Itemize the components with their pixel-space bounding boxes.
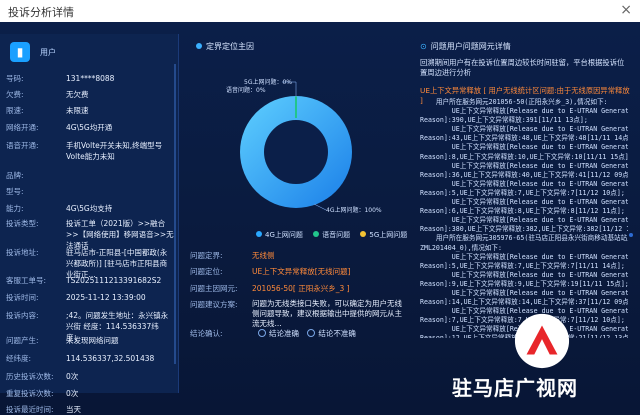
conclusion-row: 结论确认: 结论准确 结论不准确	[190, 328, 404, 340]
info-value: 当天	[66, 405, 81, 414]
label-voice: 语音问题：0%	[226, 86, 266, 94]
log-line: 用户所在服务网元305976-65(驻马店正阳县永兴街商移动基站站点	[420, 234, 628, 243]
legend-4g: 4G上网问题	[265, 231, 303, 239]
radio-inaccurate[interactable]	[307, 329, 316, 337]
window-title: 投诉分析详情	[8, 6, 74, 19]
log-line: UE上下文异常释放[Release due to E-UTRAN Generat…	[420, 125, 628, 134]
log-line: Reason]:5,UE上下文异常释放:7,UE上下文异常:7[11/12 10…	[420, 188, 625, 197]
info-value: 0次	[66, 389, 79, 398]
chart-legend: 4G上网问题 语音问题 5G上网问题	[248, 230, 407, 240]
log-line: UE上下文异常释放[Release due to E-UTRAN Generat…	[420, 288, 628, 297]
info-key: 限速:	[6, 106, 24, 115]
info-key: 投诉类型:	[6, 219, 39, 228]
info-key: 型号:	[6, 187, 24, 196]
log-line: Reason]:36,UE上下文异常释放:40,UE上下文异常:41[11/12…	[420, 170, 628, 179]
analysis-log[interactable]: 用户所在服务网元201056-50(正阳永兴乡_3),情况如下: UE上下文异常…	[420, 98, 628, 338]
info-value: 4G\5G均开通	[66, 123, 113, 132]
info-key: 历史投诉次数:	[6, 372, 54, 381]
info-key: 品牌:	[6, 171, 24, 180]
log-line: UE上下文异常释放[Release due to E-UTRAN Generat…	[420, 143, 628, 152]
info-value: 未限速	[66, 106, 89, 115]
info-key: 投诉内容:	[6, 311, 39, 320]
label-4g: 4G上网问题：100%	[326, 206, 382, 214]
analysis-intro: 回溯期间用户有在投诉位置周边较长时间驻留，平台根据投诉位置周边进行分析	[420, 58, 625, 77]
info-value: 131****8088	[66, 74, 115, 83]
right-scroll-indicator[interactable]	[629, 233, 633, 237]
window-titlebar: 投诉分析详情 ×	[0, 0, 640, 23]
info-value: 无欠费	[66, 90, 89, 99]
right-panel-title: ⊙ 问题用户问题网元详情	[420, 42, 511, 51]
info-value: 未发现网络问题	[66, 336, 119, 345]
info-key: 客服工单号:	[6, 276, 47, 285]
log-line: Reason]:9,UE上下文异常释放:9,UE上下文异常:19[11/11 1…	[420, 279, 628, 288]
info-value: 114.536337,32.501438	[66, 354, 155, 363]
info-key: 重复投诉次数:	[6, 389, 54, 398]
info-key: 投诉时间:	[6, 293, 39, 302]
info-key: 投诉地址:	[6, 248, 39, 257]
info-key: 语音开通:	[6, 141, 39, 150]
bullet-icon	[196, 43, 202, 49]
conclusion-options: 结论准确 结论不准确	[252, 328, 402, 339]
info-key: 经纬度:	[6, 354, 32, 363]
log-line: UE上下文异常释放[Release due to E-UTRAN Generat…	[420, 252, 628, 261]
log-line: UE上下文异常释放[Release due to E-UTRAN Generat…	[420, 161, 628, 170]
watermark-logo-icon	[514, 313, 570, 369]
log-line: UE上下文异常释放[Release due to E-UTRAN Generat…	[420, 198, 628, 207]
log-line: Reason]:390,UE上下文异常释放:391[11/11 13点];	[420, 116, 588, 125]
log-line: ZML201404_0),情况如下:	[420, 243, 502, 252]
radio-accurate[interactable]	[258, 329, 266, 337]
info-key: 欠费:	[6, 90, 24, 99]
info-key: 问题产生:	[6, 336, 39, 345]
log-line: UE上下文异常释放[Release due to E-UTRAN Generat…	[420, 179, 628, 188]
log-line: 用户所在服务网元201056-50(正阳永兴乡_3),情况如下:	[420, 98, 608, 106]
log-line: Reason]:5,UE上下文异常释放:7,UE上下文异常:7[11/11 14…	[420, 261, 625, 270]
info-value: 4G\5G均支持	[66, 204, 113, 213]
log-line: UE上下文异常释放[Release due to E-UTRAN Generat…	[420, 216, 628, 225]
log-line: Reason]:8,UE上下文异常释放:10,UE上下文异常:10[11/11 …	[420, 152, 628, 161]
log-line: Reason]:6,UE上下文异常释放:8,UE上下文异常:8[11/12 11…	[420, 207, 625, 216]
log-line: UE上下文异常释放[Release due to E-UTRAN Generat…	[420, 270, 628, 279]
center-title-text: 定界定位主因	[206, 42, 254, 51]
phone-icon: ▮	[10, 42, 30, 62]
info-value: 0次	[66, 372, 79, 381]
center-panel-title: 定界定位主因	[196, 41, 254, 52]
legend-voice: 语音问题	[322, 231, 351, 239]
watermark-text: 驻马店广视网	[452, 376, 578, 400]
left-scrollbar[interactable]	[174, 64, 176, 364]
link-icon: ⊙	[420, 42, 427, 51]
close-icon[interactable]: ×	[620, 2, 632, 18]
donut-hole	[264, 120, 328, 184]
cause-pie-chart: 5G上网问题：0% 语音问题：0% 4G上网问题：100%	[226, 78, 382, 214]
info-value: 2025-11-12 13:39:00	[66, 293, 146, 302]
legend-5g: 5G上网问题	[369, 231, 408, 239]
log-line: UE上下文异常释放[Release due to E-UTRAN Generat…	[420, 107, 628, 116]
user-label: 用户	[40, 48, 56, 57]
info-key: 能力:	[6, 204, 24, 213]
info-key: 投诉最近时间:	[6, 405, 54, 414]
info-key: 网络开通:	[6, 123, 39, 132]
log-line: Reason]:14,UE上下文异常释放:14,UE上下文异常:37[11/12…	[420, 298, 628, 307]
info-value: TS2025111213391682S2	[66, 276, 162, 285]
label-5g: 5G上网问题：0%	[244, 78, 292, 86]
info-key: 号码:	[6, 74, 24, 83]
info-value: 手机Volte开关未知,终端型号Volte能力未知	[66, 141, 163, 161]
pie-slice-marker	[295, 96, 297, 118]
